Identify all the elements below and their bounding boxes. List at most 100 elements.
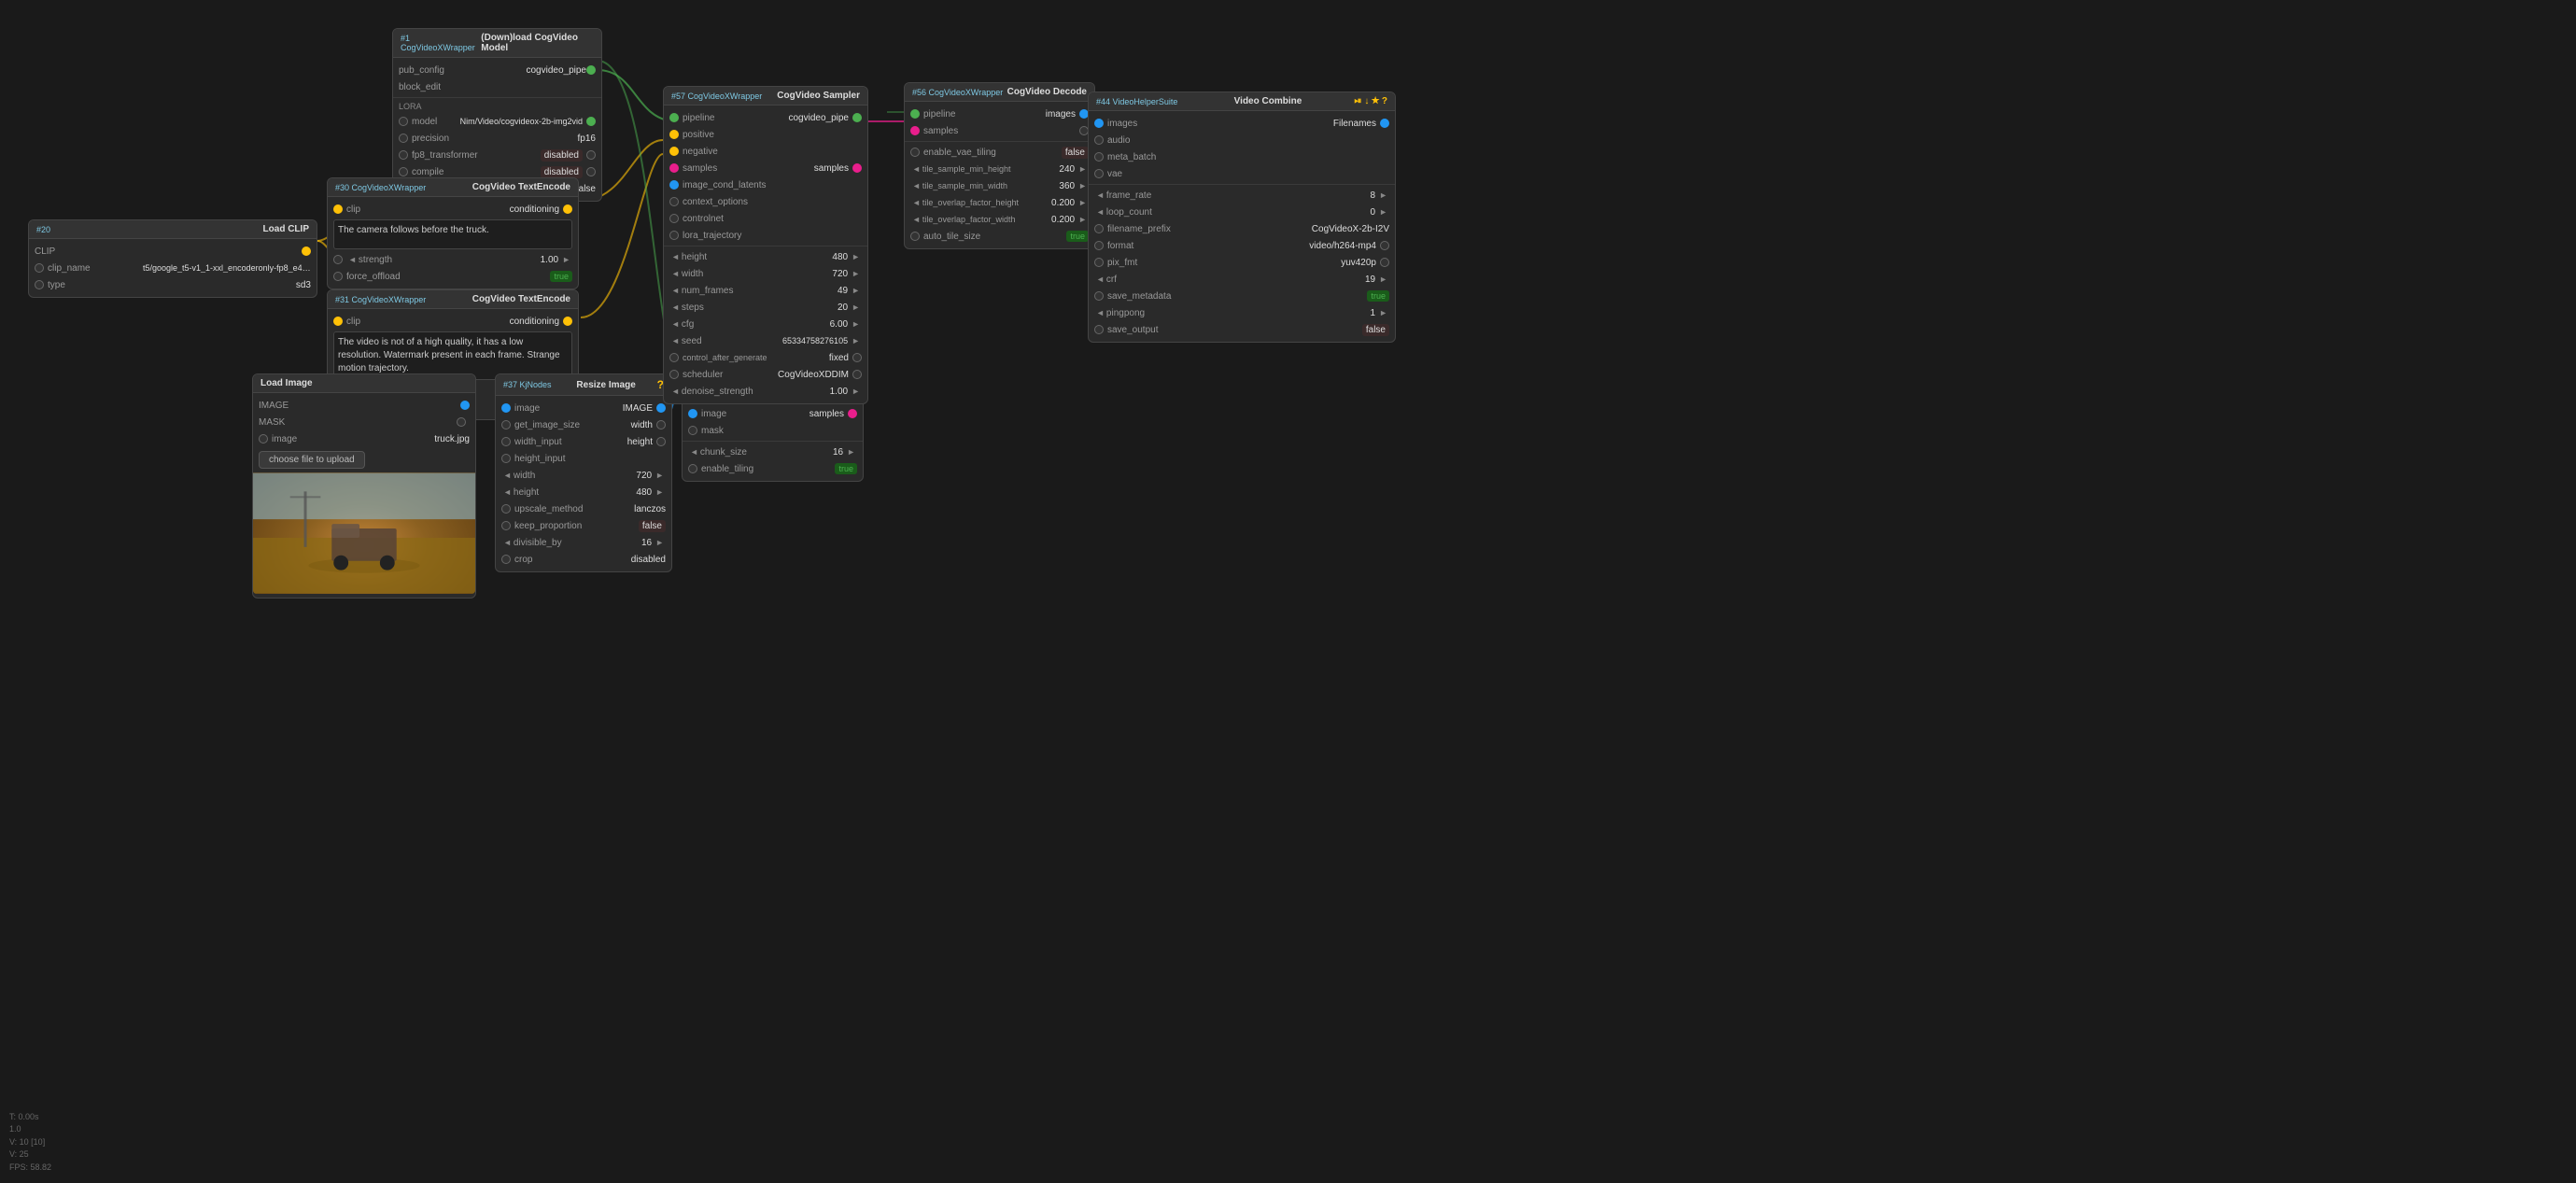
socket-s-samples[interactable] — [669, 163, 679, 173]
socket-ie-mask[interactable] — [688, 426, 697, 435]
socket-s-negative[interactable] — [669, 147, 679, 156]
socket-resize-image-out[interactable] — [656, 403, 666, 413]
socket-te30-force[interactable] — [333, 272, 343, 281]
socket-ie-tiling[interactable] — [688, 464, 697, 473]
socket-fp8-in[interactable] — [399, 150, 408, 160]
d-tileminh-left[interactable]: ◄ — [910, 164, 922, 174]
width-right-arrow[interactable]: ► — [654, 471, 666, 480]
s-width-left[interactable]: ◄ — [669, 269, 682, 278]
socket-fp8-out[interactable] — [586, 150, 596, 160]
divisible-left-arrow[interactable]: ◄ — [501, 538, 514, 547]
vc-loop-left[interactable]: ◄ — [1094, 207, 1106, 217]
socket-vc-saveoutput[interactable] — [1094, 325, 1104, 334]
te30-force-value[interactable]: true — [550, 271, 572, 282]
socket-upscale[interactable] — [501, 504, 511, 514]
socket-s-context[interactable] — [669, 197, 679, 206]
s-width-right[interactable]: ► — [850, 269, 862, 278]
s-height-right[interactable]: ► — [850, 252, 862, 261]
socket-resize-image-in[interactable] — [501, 403, 511, 413]
choose-upload-button[interactable]: choose file to upload — [259, 451, 365, 469]
socket-mask-out[interactable] — [457, 417, 466, 427]
height-left-arrow[interactable]: ◄ — [501, 487, 514, 497]
socket-te30-strength[interactable] — [333, 255, 343, 264]
s-steps-right[interactable]: ► — [850, 303, 862, 312]
socket-vc-audio[interactable] — [1094, 135, 1104, 145]
socket-cogvideo-pipe[interactable] — [586, 65, 596, 75]
vc-crf-right[interactable]: ► — [1377, 275, 1389, 284]
socket-d-pipeline[interactable] — [910, 109, 920, 119]
width-left-arrow[interactable]: ◄ — [501, 471, 514, 480]
s-denoise-left[interactable]: ◄ — [669, 387, 682, 396]
s-seed-left[interactable]: ◄ — [669, 336, 682, 345]
vc-pingpong-left[interactable]: ◄ — [1094, 308, 1106, 317]
socket-model-in[interactable] — [399, 117, 408, 126]
s-seed-right[interactable]: ► — [850, 336, 862, 345]
node-canvas[interactable]: #1 CogVideoXWrapper (Down)load CogVideo … — [0, 0, 2576, 1183]
d-overlapw-left[interactable]: ◄ — [910, 215, 922, 224]
te30-strength-right-arrow[interactable]: ► — [560, 255, 572, 264]
divisible-right-arrow[interactable]: ► — [654, 538, 666, 547]
ie-chunksize-right[interactable]: ► — [845, 447, 857, 457]
socket-width-out[interactable] — [656, 420, 666, 430]
d-autotile-value[interactable]: true — [1066, 231, 1089, 242]
s-numframes-right[interactable]: ► — [850, 286, 862, 295]
socket-height-out[interactable] — [656, 437, 666, 446]
socket-s-control[interactable] — [669, 353, 679, 362]
vc-pingpong-right[interactable]: ► — [1377, 308, 1389, 317]
vc-fps-left[interactable]: ◄ — [1094, 190, 1106, 200]
socket-ie-samples-out[interactable] — [848, 409, 857, 418]
socket-widthinput[interactable] — [501, 437, 511, 446]
socket-d-autotile[interactable] — [910, 232, 920, 241]
socket-vc-savemeta[interactable] — [1094, 291, 1104, 301]
socket-precision-in[interactable] — [399, 134, 408, 143]
socket-vc-pixfmt[interactable] — [1094, 258, 1104, 267]
socket-vc-prefix[interactable] — [1094, 224, 1104, 233]
d-tileminw-left[interactable]: ◄ — [910, 181, 922, 190]
socket-s-loratraj[interactable] — [669, 231, 679, 240]
vc-crf-left[interactable]: ◄ — [1094, 275, 1106, 284]
socket-compile-out[interactable] — [586, 167, 596, 176]
ie-tiling-value[interactable]: true — [835, 463, 857, 474]
socket-s-sched-out[interactable] — [852, 370, 862, 379]
socket-model-out[interactable] — [586, 117, 596, 126]
socket-s-sched[interactable] — [669, 370, 679, 379]
s-cfg-left[interactable]: ◄ — [669, 319, 682, 329]
s-steps-left[interactable]: ◄ — [669, 303, 682, 312]
socket-compile-in[interactable] — [399, 167, 408, 176]
socket-s-positive[interactable] — [669, 130, 679, 139]
socket-clip-out[interactable] — [302, 246, 311, 256]
socket-crop[interactable] — [501, 555, 511, 564]
socket-vc-vae[interactable] — [1094, 169, 1104, 178]
socket-keep-prop[interactable] — [501, 521, 511, 530]
s-height-left[interactable]: ◄ — [669, 252, 682, 261]
socket-vc-format-out[interactable] — [1380, 241, 1389, 250]
socket-ie-image[interactable] — [688, 409, 697, 418]
d-overlaph-left[interactable]: ◄ — [910, 198, 922, 207]
te30-strength-left-arrow[interactable]: ◄ — [346, 255, 359, 264]
vc-savemeta-value[interactable]: true — [1367, 290, 1389, 302]
socket-s-controlnet[interactable] — [669, 214, 679, 223]
socket-s-pipe-out[interactable] — [852, 113, 862, 122]
socket-vc-filenames-out[interactable] — [1380, 119, 1389, 128]
socket-clipname-in[interactable] — [35, 263, 44, 273]
socket-vc-images[interactable] — [1094, 119, 1104, 128]
socket-te30-clip[interactable] — [333, 204, 343, 214]
socket-te30-out[interactable] — [563, 204, 572, 214]
socket-getimgsize[interactable] — [501, 420, 511, 430]
s-numframes-left[interactable]: ◄ — [669, 286, 682, 295]
socket-type-in[interactable] — [35, 280, 44, 289]
socket-s-pipeline[interactable] — [669, 113, 679, 122]
socket-heightinput[interactable] — [501, 454, 511, 463]
socket-vc-pixfmt-out[interactable] — [1380, 258, 1389, 267]
socket-s-samples-out[interactable] — [852, 163, 862, 173]
socket-image-out[interactable] — [460, 401, 470, 410]
s-denoise-right[interactable]: ► — [850, 387, 862, 396]
socket-s-control-out[interactable] — [852, 353, 862, 362]
socket-d-vaetile[interactable] — [910, 148, 920, 157]
socket-vc-format[interactable] — [1094, 241, 1104, 250]
s-cfg-right[interactable]: ► — [850, 319, 862, 329]
te30-prompt[interactable]: The camera follows before the truck. — [333, 219, 572, 249]
socket-te31-clip[interactable] — [333, 317, 343, 326]
vc-loop-right[interactable]: ► — [1377, 207, 1389, 217]
height-right-arrow[interactable]: ► — [654, 487, 666, 497]
